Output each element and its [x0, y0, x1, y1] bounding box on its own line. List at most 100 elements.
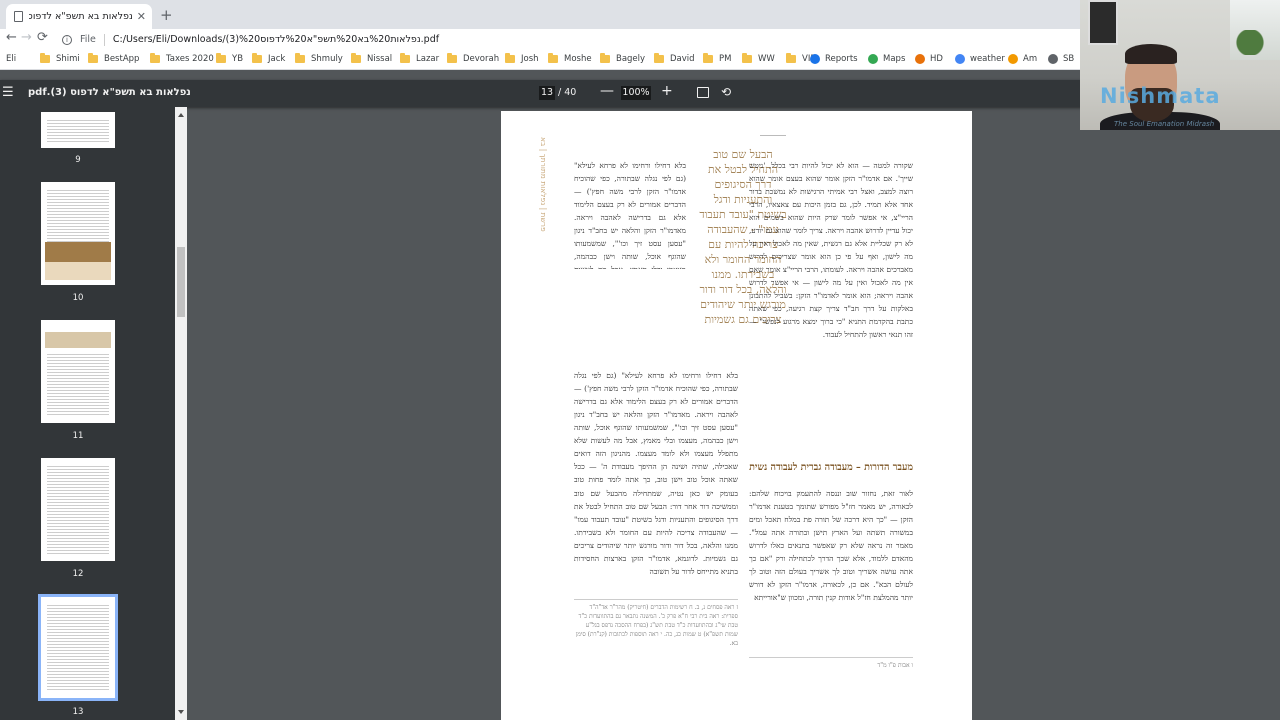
bookmark-label: Nissal — [367, 54, 393, 64]
tab-title: נפלאות בא תשפ"א לדפוס (3).pdf — [29, 11, 133, 22]
folder-icon — [703, 53, 713, 63]
folder-icon — [654, 53, 664, 63]
bookmark-label: YB — [232, 54, 244, 64]
favicon-icon — [1048, 54, 1058, 64]
bookmark-label: PM — [719, 54, 732, 64]
footnotes-left: ז ראה פסחים נ, ב. ח רשימות הדברים (חיטרי… — [574, 599, 738, 667]
bookmark-label: Jack — [268, 54, 286, 64]
folder-icon — [400, 53, 410, 63]
zoom-out-icon[interactable]: — — [600, 83, 614, 99]
bookmark-label: Bagely — [616, 54, 646, 64]
rotate-icon[interactable]: ⟲ — [721, 85, 731, 99]
running-head: פרשת | נפלאות מתורתך | בא — [539, 137, 548, 232]
bookmark-label: SB — [1063, 54, 1075, 64]
page-thumbnail[interactable] — [41, 112, 115, 148]
bookmark-david[interactable]: David — [654, 53, 695, 64]
bookmark-moshe[interactable]: Moshe — [548, 53, 592, 64]
text-column-right-2: לאור זאת, נחזור שוב וננסה להתעמק בויכוח … — [749, 489, 913, 602]
reload-icon[interactable]: ⟳ — [37, 30, 48, 45]
close-tab-icon[interactable]: ✕ — [137, 10, 146, 23]
bookmark-label: David — [670, 54, 695, 64]
bookmark-label: Devorah — [463, 54, 500, 64]
scroll-down-icon[interactable] — [178, 710, 184, 714]
bookmark-am[interactable]: Am — [1008, 54, 1037, 64]
thumbnail-label: 12 — [72, 569, 84, 579]
bookmark-hd[interactable]: HD — [915, 54, 943, 64]
bookmark-label: Eli — [6, 54, 17, 64]
menu-icon[interactable]: ☰ — [2, 85, 14, 100]
sidebar-scrollbar[interactable] — [175, 107, 187, 720]
folder-icon — [40, 53, 50, 63]
page-count: / 40 — [558, 87, 577, 98]
bookmark-josh[interactable]: Josh — [505, 53, 539, 64]
bookmark-sb[interactable]: SB — [1048, 54, 1074, 64]
page-thumbnail[interactable] — [41, 458, 115, 561]
favicon-icon — [810, 54, 820, 64]
scroll-up-icon[interactable] — [178, 113, 184, 117]
pdf-page: פרשת | נפלאות מתורתך | בא הבעל שם טוב הת… — [501, 111, 972, 720]
zoom-input[interactable]: 100% — [621, 86, 651, 100]
tab-strip: נפלאות בא תשפ"א לדפוס (3).pdf ✕ + — [0, 0, 1080, 29]
pdf-file-icon — [14, 11, 23, 22]
bookmark-label: Maps — [883, 54, 906, 64]
bookmark-lazar[interactable]: Lazar — [400, 53, 440, 64]
address-bar[interactable]: i File C:/Users/Eli/Downloads/(3)%20נפלא… — [58, 30, 1078, 49]
bookmark-label: Moshe — [564, 54, 592, 64]
folder-icon — [505, 53, 515, 63]
info-icon[interactable]: i — [62, 34, 72, 45]
bookmark-jack[interactable]: Jack — [252, 53, 286, 64]
pdf-title: נפלאות בא תשפ"א לדפוס (3).pdf — [28, 87, 191, 98]
bookmark-label: Shimi — [56, 54, 80, 64]
thumbnail-label: 11 — [72, 431, 84, 441]
forward-icon[interactable]: → — [21, 30, 32, 45]
bookmark-label: Lazar — [416, 54, 440, 64]
favicon-icon — [915, 54, 925, 64]
bookmark-bagely[interactable]: Bagely — [600, 53, 646, 64]
folder-icon — [447, 53, 457, 63]
bookmark-label: Shmuly — [311, 54, 343, 64]
thumbnail-box — [45, 262, 111, 280]
thumbnail-label: 10 — [72, 293, 84, 303]
bookmark-eli[interactable]: Eli — [6, 54, 16, 64]
new-tab-button[interactable]: + — [160, 6, 173, 24]
url-text[interactable]: C:/Users/Eli/Downloads/(3)%20נפלאות%20בא… — [113, 34, 439, 45]
bookmark-nissal[interactable]: Nissal — [351, 53, 393, 64]
thumbnail-label: 13 — [72, 707, 84, 717]
page-thumbnail-selected[interactable] — [38, 594, 118, 701]
bookmark-reports[interactable]: Reports — [810, 54, 858, 64]
bookmark-weather[interactable]: weather — [955, 54, 1005, 64]
bookmark-bestapp[interactable]: BestApp — [88, 53, 140, 64]
bookmark-taxes-2020[interactable]: Taxes 2020 — [150, 53, 214, 64]
bookmark-maps[interactable]: Maps — [868, 54, 905, 64]
webcam-overlay: Nishmata The Soul Emanation Midrash — [1080, 0, 1280, 130]
presenter-hair — [1125, 44, 1177, 64]
bookmark-label: BestApp — [104, 54, 140, 64]
url-scheme: File — [80, 34, 96, 45]
bookmark-ww[interactable]: WW — [742, 53, 775, 64]
section-heading: מעבר הדורות – מעבודה גברית לעבודה נשית — [749, 462, 913, 473]
text-column-left: בלא דחילו ורחימו לא פרחא לעילא" (גם לפי … — [574, 371, 738, 484]
favicon-icon — [868, 54, 878, 64]
page-number-input[interactable]: 13 — [539, 86, 555, 100]
thumbnail-banner — [45, 332, 111, 348]
wall-picture — [1088, 0, 1118, 45]
bookmarks-bar: Eli Shimi BestApp Taxes 2020 YB Jack Shmuly Nis… — [0, 50, 1080, 70]
fit-to-page-icon[interactable] — [697, 87, 709, 98]
folder-icon — [600, 53, 610, 63]
browser-tab[interactable]: נפלאות בא תשפ"א לדפוס (3).pdf ✕ — [6, 4, 152, 29]
bookmark-yb[interactable]: YB — [216, 53, 244, 64]
bookmark-label: WW — [758, 54, 775, 64]
bookmark-label: weather — [970, 54, 1005, 64]
scrollbar-thumb[interactable] — [177, 247, 185, 317]
bookmark-label: Am — [1023, 54, 1038, 64]
page-thumbnail[interactable] — [41, 320, 115, 423]
text-column-left-top: בלא דחילו ורחימו לא פרחא לעילא" (גם לפי … — [574, 161, 686, 269]
zoom-in-icon[interactable]: + — [661, 83, 673, 99]
bookmark-shmuly[interactable]: Shmuly — [295, 53, 343, 64]
back-icon[interactable]: ← — [6, 30, 17, 45]
page-thumbnail[interactable] — [41, 182, 115, 285]
bookmark-shimi[interactable]: Shimi — [40, 53, 80, 64]
bookmark-devorah[interactable]: Devorah — [447, 53, 500, 64]
folder-icon — [88, 53, 98, 63]
bookmark-pm[interactable]: PM — [703, 53, 732, 64]
